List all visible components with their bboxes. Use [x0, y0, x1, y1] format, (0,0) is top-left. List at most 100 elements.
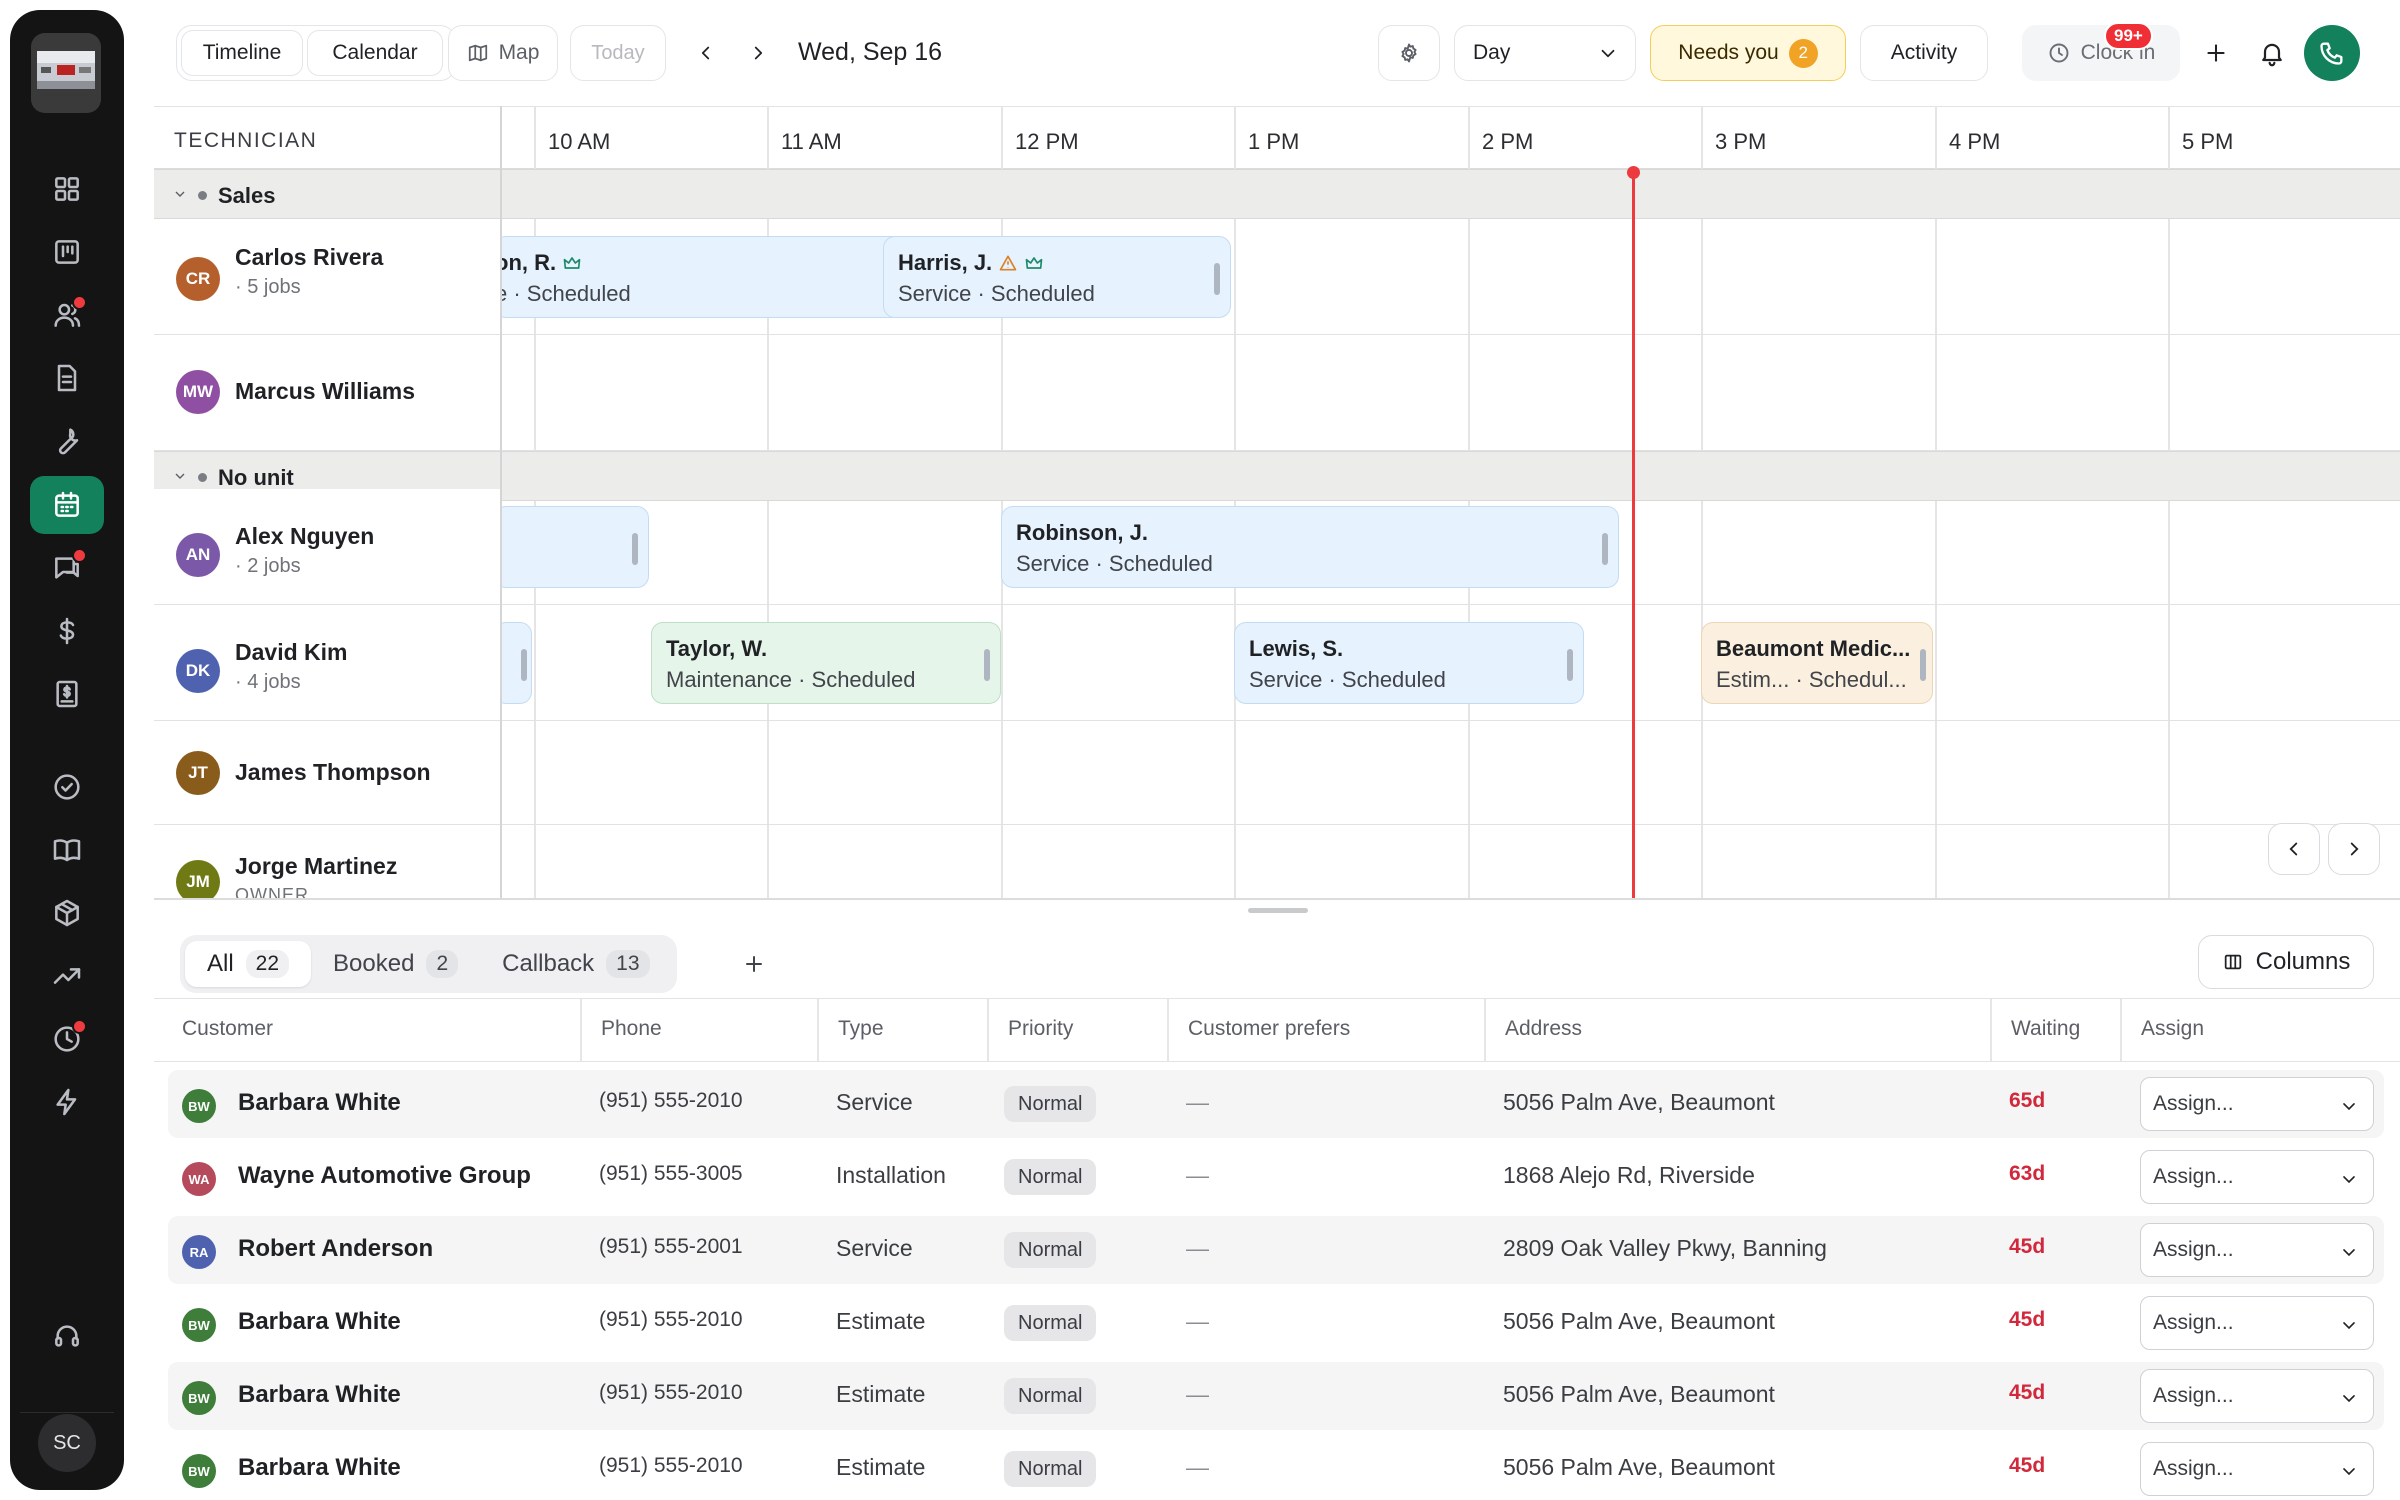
scroll-right-button[interactable]	[2328, 823, 2380, 875]
resize-handle[interactable]	[1602, 533, 1608, 565]
column-header[interactable]: Customer	[182, 1017, 273, 1041]
nav-reports[interactable]	[30, 947, 104, 1005]
prev-day-button[interactable]	[678, 25, 734, 81]
nav-board[interactable]	[30, 223, 104, 281]
table-row[interactable]: BW Barbara White (951) 555-2010 Estimate…	[168, 1435, 2384, 1500]
customer-name[interactable]: Barbara White	[238, 1381, 401, 1409]
resize-handle[interactable]	[521, 649, 527, 681]
column-separator	[987, 999, 989, 1061]
phone[interactable]: (951) 555-3005	[599, 1162, 743, 1186]
assign-select[interactable]: Assign...	[2140, 1296, 2374, 1350]
customer-name[interactable]: Wayne Automotive Group	[238, 1162, 531, 1190]
assign-select[interactable]: Assign...	[2140, 1223, 2374, 1277]
view-select[interactable]: Day	[1454, 25, 1636, 81]
tab-booked[interactable]: Booked 2	[311, 941, 480, 987]
nav-tools[interactable]	[30, 412, 104, 470]
columns-button[interactable]: Columns	[2198, 935, 2374, 989]
next-day-button[interactable]	[730, 25, 786, 81]
resize-handle[interactable]	[1248, 908, 1308, 913]
nav-schedule[interactable]	[30, 476, 104, 534]
tab-callback[interactable]: Callback 13	[480, 941, 671, 987]
job-card[interactable]: Lewis, S. Service · Scheduled	[1234, 622, 1584, 704]
nav-messages[interactable]	[30, 539, 104, 597]
phone[interactable]: (951) 555-2010	[599, 1089, 743, 1113]
column-header[interactable]: Type	[838, 1017, 884, 1041]
today-button[interactable]: Today	[570, 25, 666, 81]
activity-button[interactable]: Activity	[1860, 25, 1988, 81]
column-header[interactable]: Customer prefers	[1188, 1017, 1350, 1041]
column-header[interactable]: Assign	[2141, 1017, 2204, 1041]
assign-select[interactable]: Assign...	[2140, 1150, 2374, 1204]
tab-timeline[interactable]: Timeline	[181, 30, 303, 76]
table-row[interactable]: BW Barbara White (951) 555-2010 Service …	[168, 1070, 2384, 1138]
resize-handle[interactable]	[1567, 649, 1573, 681]
nav-automations[interactable]	[30, 1073, 104, 1131]
column-header[interactable]: Address	[1505, 1017, 1582, 1041]
customer-name[interactable]: Barbara White	[238, 1308, 401, 1336]
job-title: Robinson, J.	[1016, 520, 1148, 545]
resize-handle[interactable]	[1920, 649, 1926, 681]
assign-select[interactable]: Assign...	[2140, 1077, 2374, 1131]
chevron-down-icon[interactable]	[172, 468, 188, 484]
tab-all[interactable]: All 22	[185, 941, 312, 987]
table-row[interactable]: BW Barbara White (951) 555-2010 Estimate…	[168, 1289, 2384, 1357]
tech-name[interactable]: David Kim	[235, 639, 347, 666]
customer-name[interactable]: Barbara White	[238, 1089, 401, 1117]
phone[interactable]: (951) 555-2001	[599, 1235, 743, 1259]
job-card[interactable]: on, R. e · Scheduled	[494, 236, 920, 318]
chevron-down-icon[interactable]	[172, 186, 188, 202]
column-header[interactable]: Waiting	[2011, 1017, 2080, 1041]
nav-inventory[interactable]	[30, 884, 104, 942]
column-header[interactable]: Phone	[601, 1017, 662, 1041]
lightning-icon	[56, 1088, 77, 1116]
phone-button[interactable]	[2304, 25, 2360, 81]
table-row[interactable]: RA Robert Anderson (951) 555-2001 Servic…	[168, 1216, 2384, 1284]
job-card[interactable]: Beaumont Medic... Estim... · Schedul...	[1701, 622, 1933, 704]
company-logo[interactable]	[31, 33, 101, 113]
group-row-sales[interactable]: Sales	[154, 169, 2400, 219]
nav-support[interactable]	[30, 1307, 104, 1365]
tech-avatar: DK	[176, 649, 220, 693]
settings-button[interactable]	[1378, 25, 1440, 81]
nav-dashboard[interactable]	[30, 160, 104, 218]
notifications-button[interactable]	[2244, 25, 2300, 81]
nav-invoices[interactable]	[30, 665, 104, 723]
tech-name[interactable]: Alex Nguyen	[235, 523, 374, 550]
clock-in-button[interactable]: Clock in	[2022, 25, 2180, 81]
user-avatar[interactable]: SC	[38, 1414, 96, 1472]
tech-name[interactable]: Carlos Rivera	[235, 244, 383, 271]
nav-pricebook[interactable]	[30, 821, 104, 879]
job-card[interactable]	[494, 506, 649, 588]
customer-name[interactable]: Robert Anderson	[238, 1235, 433, 1263]
nav-tasks[interactable]	[30, 758, 104, 816]
job-card[interactable]: Harris, J. Service · Scheduled	[883, 236, 1231, 318]
column-header[interactable]: Priority	[1008, 1017, 1073, 1041]
resize-handle[interactable]	[632, 533, 638, 565]
add-button[interactable]	[2188, 25, 2244, 81]
job-card[interactable]: Robinson, J. Service · Scheduled	[1001, 506, 1619, 588]
table-row[interactable]: BW Barbara White (951) 555-2010 Estimate…	[168, 1362, 2384, 1430]
tech-name[interactable]: James Thompson	[235, 759, 431, 786]
phone[interactable]: (951) 555-2010	[599, 1454, 743, 1478]
tech-name[interactable]: Marcus Williams	[235, 378, 415, 405]
assign-select[interactable]: Assign...	[2140, 1369, 2374, 1423]
assign-select[interactable]: Assign...	[2140, 1442, 2374, 1496]
scroll-left-button[interactable]	[2268, 823, 2320, 875]
add-tab-button[interactable]	[736, 946, 772, 982]
phone[interactable]: (951) 555-2010	[599, 1381, 743, 1405]
tech-name[interactable]: Jorge Martinez	[235, 853, 397, 880]
nav-customers[interactable]	[30, 286, 104, 344]
map-button[interactable]: Map	[448, 25, 558, 81]
needs-you-button[interactable]: Needs you 2	[1650, 25, 1846, 81]
table-row[interactable]: WA Wayne Automotive Group (951) 555-3005…	[168, 1143, 2384, 1211]
phone[interactable]: (951) 555-2010	[599, 1308, 743, 1332]
job-status: Service · Scheduled	[1016, 551, 1213, 576]
tab-calendar[interactable]: Calendar	[307, 30, 443, 76]
nav-documents[interactable]	[30, 349, 104, 407]
nav-payments[interactable]	[30, 602, 104, 660]
nav-history[interactable]	[30, 1010, 104, 1068]
customer-name[interactable]: Barbara White	[238, 1454, 401, 1482]
resize-handle[interactable]	[984, 649, 990, 681]
resize-handle[interactable]	[1214, 263, 1220, 295]
job-card[interactable]: Taylor, W. Maintenance · Scheduled	[651, 622, 1001, 704]
